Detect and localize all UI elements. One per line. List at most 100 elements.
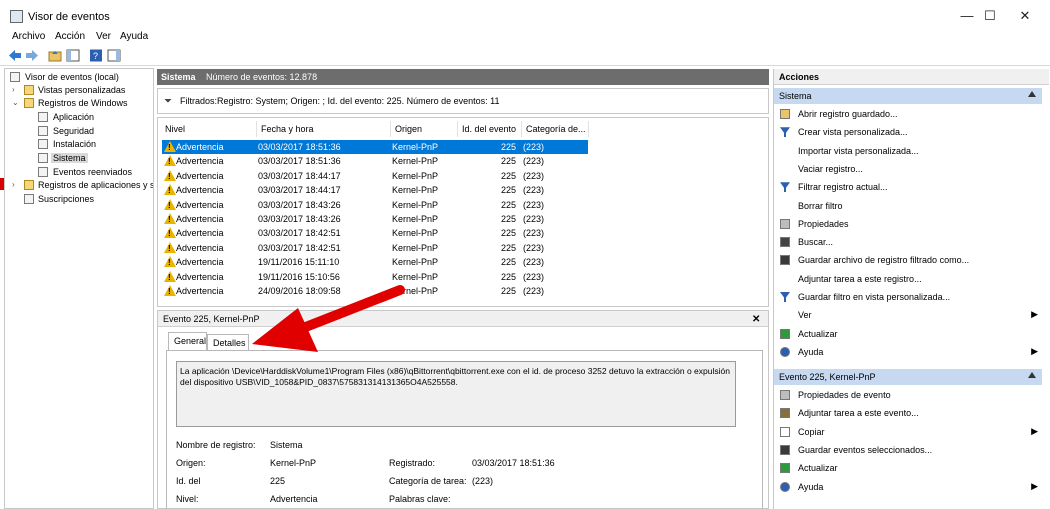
action-item[interactable]: Abrir registro guardado...	[774, 106, 1042, 122]
event-id-value: 225	[270, 476, 286, 486]
table-cell: Kernel-PnP	[392, 228, 439, 239]
warning-icon: !	[164, 256, 176, 268]
tab-general[interactable]: General	[168, 332, 207, 351]
table-cell: 03/03/2017 18:43:26	[258, 214, 341, 224]
actions-section-log[interactable]: Sistema	[774, 88, 1042, 104]
action-item[interactable]: Importar vista personalizada...	[774, 143, 1042, 159]
show-hide-tree-icon[interactable]	[66, 49, 80, 62]
actions-section-event[interactable]: Evento 225, Kernel-PnP	[774, 369, 1042, 385]
table-cell: 03/03/2017 18:44:17	[258, 170, 341, 181]
up-folder-icon[interactable]	[48, 49, 62, 62]
table-cell: Advertencia	[176, 170, 224, 181]
table-row[interactable]: ! Advertencia 03/03/2017 18:43:26 Kernel-Pn…	[162, 212, 588, 226]
table-row[interactable]: ! Advertencia 03/03/2017 18:42:51 Kernel-Pn…	[162, 241, 588, 255]
action-item[interactable]: Ver ▶	[774, 307, 1042, 323]
level-label: Nivel:	[176, 494, 199, 504]
action-item[interactable]: Buscar...	[774, 234, 1042, 250]
action-item[interactable]: Guardar eventos seleccionados...	[774, 442, 1042, 458]
close-icon[interactable]: ✕	[752, 314, 760, 325]
maximize-button[interactable]: ☐	[973, 0, 1007, 32]
action-item[interactable]: Guardar filtro en vista personalizada...	[774, 289, 1042, 305]
help-icon	[780, 346, 790, 357]
action-item[interactable]: Guardar archivo de registro filtrado com…	[774, 252, 1042, 268]
log-name-label: Nombre de registro:	[176, 440, 256, 450]
action-item[interactable]: Filtrar registro actual...	[774, 179, 1042, 195]
action-item[interactable]: Actualizar	[774, 326, 1042, 342]
table-cell: Advertencia	[176, 185, 224, 196]
collapse-up-icon[interactable]	[1028, 372, 1036, 378]
table-cell: Advertencia	[176, 142, 224, 152]
action-item[interactable]: Vaciar registro...	[774, 161, 1042, 177]
column-header-datetime[interactable]: Fecha y hora	[261, 124, 314, 134]
menu-ayuda[interactable]: Ayuda	[120, 31, 148, 42]
action-item[interactable]: Ayuda ▶	[774, 479, 1042, 495]
log-icon	[38, 126, 48, 136]
log-name-value: Sistema	[270, 440, 303, 450]
table-cell: 225	[500, 214, 516, 224]
action-item[interactable]: Borrar filtro	[774, 198, 1042, 214]
chevron-right-icon[interactable]: ›	[12, 85, 20, 94]
action-item[interactable]: Ayuda ▶	[774, 344, 1042, 360]
table-cell: (223)	[523, 156, 545, 167]
action-item[interactable]: Copiar ▶	[774, 424, 1042, 440]
table-cell: 03/03/2017 18:51:36	[258, 142, 341, 152]
subscription-icon	[24, 194, 34, 204]
filter-icon: ⏷	[164, 96, 172, 107]
grid-header: Nivel Fecha y hora Origen Id. del evento…	[160, 121, 590, 137]
table-cell: (223)	[523, 199, 545, 210]
table-cell: 225	[500, 185, 516, 196]
save-icon	[780, 444, 790, 455]
table-cell: Kernel-PnP	[392, 199, 439, 210]
table-cell: 225	[500, 156, 516, 167]
action-item[interactable]: Propiedades de evento	[774, 387, 1042, 403]
folder-icon	[24, 85, 34, 95]
table-cell: 225	[500, 199, 516, 210]
navigation-tree: Visor de eventos (local) › Vistas person…	[4, 68, 154, 509]
open-folder-icon	[780, 109, 790, 119]
column-header-level[interactable]: Nivel	[165, 124, 185, 134]
keywords-label: Palabras clave:	[389, 494, 451, 504]
table-row[interactable]: ! Advertencia 03/03/2017 18:44:17 Kernel-Pn…	[162, 169, 588, 183]
action-item[interactable]: Actualizar	[774, 460, 1042, 476]
table-cell: (223)	[523, 170, 545, 181]
window-title: Visor de eventos	[28, 11, 110, 23]
action-item[interactable]: Adjuntar tarea a este evento...	[774, 405, 1042, 421]
back-arrow-icon[interactable]	[8, 49, 22, 62]
action-item[interactable]: Adjuntar tarea a este registro...	[774, 271, 1042, 287]
column-header-event-id[interactable]: Id. del evento	[462, 124, 516, 134]
chevron-right-icon[interactable]: ›	[12, 180, 20, 189]
collapse-up-icon[interactable]	[1028, 91, 1036, 97]
warning-icon: !	[164, 285, 176, 296]
table-cell: Kernel-PnP	[392, 185, 439, 196]
table-row[interactable]: ! Advertencia 03/03/2017 18:44:17 Kernel-Pn…	[162, 183, 588, 197]
chevron-down-icon[interactable]: ⌄	[12, 98, 20, 107]
menu-accion[interactable]: Acción	[55, 31, 85, 42]
svg-text:?: ?	[93, 51, 98, 61]
table-cell: 19/11/2016 15:10:56	[258, 271, 340, 282]
show-hide-actions-icon[interactable]	[107, 49, 121, 62]
table-row[interactable]: ! Advertencia 03/03/2017 18:42:51 Kernel-Pn…	[162, 226, 588, 240]
help-icon	[780, 481, 790, 492]
column-header-source[interactable]: Origen	[395, 124, 422, 134]
table-row[interactable]: ! Advertencia 19/11/2016 15:11:10 Kernel-Pn…	[162, 255, 588, 269]
filter-bar: ⏷ Filtrados:Registro: System; Origen: ; …	[157, 88, 769, 114]
help-icon[interactable]: ?	[89, 49, 103, 62]
warning-icon: !	[164, 141, 176, 152]
action-item[interactable]: Crear vista personalizada...	[774, 124, 1042, 140]
log-icon	[38, 139, 48, 149]
event-message[interactable]: La aplicación \Device\HarddiskVolume1\Pr…	[176, 361, 736, 427]
task-icon	[780, 408, 790, 419]
column-header-category[interactable]: Categoría de...	[526, 124, 586, 134]
forward-arrow-icon[interactable]	[25, 49, 39, 62]
level-value: Advertencia	[270, 494, 318, 504]
table-row[interactable]: ! Advertencia 03/03/2017 18:51:36 Kernel-Pn…	[162, 140, 588, 154]
table-row[interactable]: ! Advertencia 03/03/2017 18:43:26 Kernel-Pn…	[162, 198, 588, 212]
action-item[interactable]: Propiedades	[774, 216, 1042, 232]
close-button[interactable]: ✕	[1008, 0, 1042, 32]
table-row[interactable]: ! Advertencia 03/03/2017 18:51:36 Kernel-Pn…	[162, 154, 588, 168]
table-cell: 225	[500, 242, 516, 253]
actions-header: Acciones	[774, 69, 1049, 85]
table-cell: 225	[500, 142, 516, 152]
menu-ver[interactable]: Ver	[96, 31, 111, 42]
menu-archivo[interactable]: Archivo	[12, 31, 45, 42]
